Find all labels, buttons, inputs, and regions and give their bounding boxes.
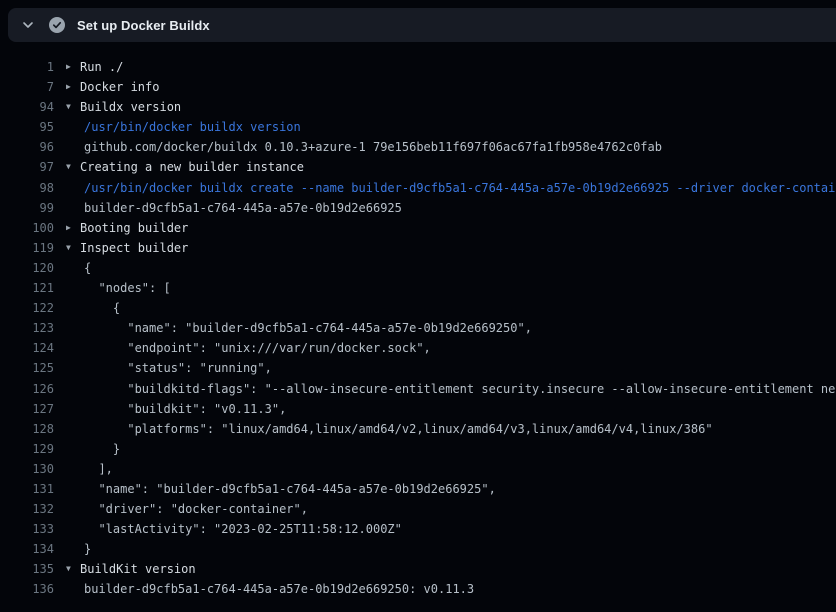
log-line: 96 github.com/docker/buildx 0.10.3+azure-… (0, 137, 836, 157)
log-text: { (84, 298, 120, 318)
line-number[interactable]: 97 (0, 157, 54, 177)
triangle-right-icon[interactable]: ▶ (66, 57, 80, 77)
triangle-right-icon[interactable]: ▶ (66, 77, 80, 97)
group-label[interactable]: BuildKit version (80, 559, 196, 579)
log-line[interactable]: 119 ▼Inspect builder (0, 238, 836, 258)
log-lines: 1▶Run ./7▶Docker info94▼Buildx version95… (0, 42, 836, 600)
group-label[interactable]: Inspect builder (80, 238, 188, 258)
log-text: "name": "builder-d9cfb5a1-c764-445a-a57e… (84, 318, 532, 338)
log-text: "nodes": [ (84, 278, 171, 298)
group-label[interactable]: Booting builder (80, 218, 188, 238)
line-number[interactable]: 7 (0, 77, 54, 97)
log-line: 129 } (0, 439, 836, 459)
triangle-down-icon[interactable]: ▼ (66, 238, 80, 258)
line-number[interactable]: 130 (0, 459, 54, 479)
log-text: { (84, 258, 91, 278)
log-line[interactable]: 100 ▶Booting builder (0, 218, 836, 238)
log-text: ], (84, 459, 113, 479)
line-number[interactable]: 125 (0, 358, 54, 378)
line-number[interactable]: 94 (0, 97, 54, 117)
step-header[interactable]: Set up Docker Buildx (8, 8, 836, 42)
log-line: 123 "name": "builder-d9cfb5a1-c764-445a-… (0, 318, 836, 338)
log-text: builder-d9cfb5a1-c764-445a-a57e-0b19d2e6… (84, 198, 402, 218)
line-number[interactable]: 126 (0, 379, 54, 399)
chevron-down-icon[interactable] (20, 17, 36, 33)
group-label[interactable]: Buildx version (80, 97, 181, 117)
line-number[interactable]: 95 (0, 117, 54, 137)
log-line: 99 builder-d9cfb5a1-c764-445a-a57e-0b19d2… (0, 198, 836, 218)
log-text: "name": "builder-d9cfb5a1-c764-445a-a57e… (84, 479, 496, 499)
line-number[interactable]: 121 (0, 278, 54, 298)
log-line[interactable]: 94 ▼Buildx version (0, 97, 836, 117)
log-text: github.com/docker/buildx 0.10.3+azure-1 … (84, 137, 662, 157)
log-line: 95/usr/bin/docker buildx version (0, 117, 836, 137)
group-label[interactable]: Docker info (80, 77, 159, 97)
line-number[interactable]: 136 (0, 579, 54, 599)
log-line: 122 { (0, 298, 836, 318)
line-number[interactable]: 122 (0, 298, 54, 318)
log-line: 132 "driver": "docker-container", (0, 499, 836, 519)
log-line: 128 "platforms": "linux/amd64,linux/amd6… (0, 419, 836, 439)
line-number[interactable]: 99 (0, 198, 54, 218)
triangle-right-icon[interactable]: ▶ (66, 218, 80, 238)
triangle-down-icon[interactable]: ▼ (66, 157, 80, 177)
log-text: } (84, 439, 120, 459)
log-line: 98/usr/bin/docker buildx create --name b… (0, 178, 836, 198)
command-text: /usr/bin/docker buildx version (84, 117, 301, 137)
log-text: "buildkit": "v0.11.3", (84, 399, 286, 419)
log-line: 133 "lastActivity": "2023-02-25T11:58:12… (0, 519, 836, 539)
triangle-down-icon[interactable]: ▼ (66, 559, 80, 579)
line-number[interactable]: 120 (0, 258, 54, 278)
log-line: 136 builder-d9cfb5a1-c764-445a-a57e-0b19d… (0, 579, 836, 599)
line-number[interactable]: 98 (0, 178, 54, 198)
line-number[interactable]: 135 (0, 559, 54, 579)
log-text: "buildkitd-flags": "--allow-insecure-ent… (84, 379, 836, 399)
log-text: builder-d9cfb5a1-c764-445a-a57e-0b19d2e6… (84, 579, 474, 599)
log-line: 130 ], (0, 459, 836, 479)
log-line: 131 "name": "builder-d9cfb5a1-c764-445a-… (0, 479, 836, 499)
log-line: 134} (0, 539, 836, 559)
line-number[interactable]: 96 (0, 137, 54, 157)
line-number[interactable]: 100 (0, 218, 54, 238)
line-number[interactable]: 124 (0, 338, 54, 358)
step-title: Set up Docker Buildx (77, 18, 210, 33)
line-number[interactable]: 131 (0, 479, 54, 499)
check-circle-icon (49, 17, 65, 33)
line-number[interactable]: 123 (0, 318, 54, 338)
line-number[interactable]: 132 (0, 499, 54, 519)
line-number[interactable]: 1 (0, 57, 54, 77)
log-text: "platforms": "linux/amd64,linux/amd64/v2… (84, 419, 713, 439)
log-line[interactable]: 1 ▶Run ./ (0, 57, 836, 77)
log-line: 120 { (0, 258, 836, 278)
line-number[interactable]: 127 (0, 399, 54, 419)
log-line: 125 "status": "running", (0, 358, 836, 378)
log-line: 127 "buildkit": "v0.11.3", (0, 399, 836, 419)
line-number[interactable]: 128 (0, 419, 54, 439)
line-number[interactable]: 134 (0, 539, 54, 559)
line-number[interactable]: 129 (0, 439, 54, 459)
group-label[interactable]: Creating a new builder instance (80, 157, 304, 177)
log-line[interactable]: 135 ▼BuildKit version (0, 559, 836, 579)
line-number[interactable]: 133 (0, 519, 54, 539)
group-label[interactable]: Run ./ (80, 57, 123, 77)
log-text: "lastActivity": "2023-02-25T11:58:12.000… (84, 519, 402, 539)
log-text: "endpoint": "unix:///var/run/docker.sock… (84, 338, 431, 358)
log-text: } (84, 539, 91, 559)
log-text: "status": "running", (84, 358, 272, 378)
log-text: "driver": "docker-container", (84, 499, 308, 519)
command-text: /usr/bin/docker buildx create --name bui… (84, 178, 836, 198)
log-line[interactable]: 97 ▼Creating a new builder instance (0, 157, 836, 177)
log-line: 121 "nodes": [ (0, 278, 836, 298)
triangle-down-icon[interactable]: ▼ (66, 97, 80, 117)
log-line: 126 "buildkitd-flags": "--allow-insecure… (0, 379, 836, 399)
log-line[interactable]: 7 ▶Docker info (0, 77, 836, 97)
line-number[interactable]: 119 (0, 238, 54, 258)
log-line: 124 "endpoint": "unix:///var/run/docker.… (0, 338, 836, 358)
